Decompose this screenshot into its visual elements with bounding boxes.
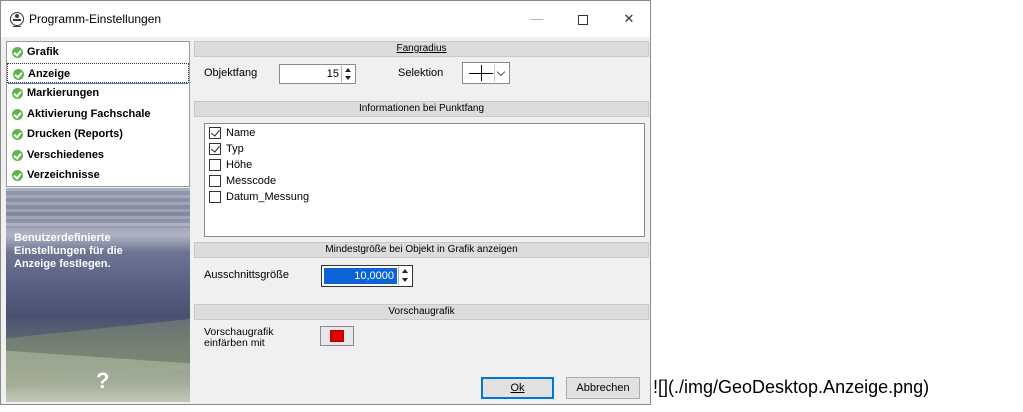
checkbox[interactable] bbox=[209, 143, 221, 155]
checkbox[interactable] bbox=[209, 127, 221, 139]
checkbox[interactable] bbox=[209, 175, 221, 187]
ok-label: Ok bbox=[510, 382, 525, 394]
check-circle-icon bbox=[12, 149, 23, 161]
nav-item-label: Drucken (Reports) bbox=[27, 128, 123, 140]
spinner-arrows[interactable] bbox=[398, 267, 411, 285]
selektion-dropdown[interactable] bbox=[462, 62, 510, 84]
section-title: Mindestgröße bei Objekt in Grafik anzeig… bbox=[325, 244, 518, 255]
maximize-button[interactable] bbox=[560, 1, 606, 37]
title-bar: Programm-Einstellungen — ✕ bbox=[1, 1, 650, 37]
arrow-up-icon[interactable] bbox=[345, 68, 351, 72]
objektfang-label: Objektfang bbox=[204, 67, 258, 79]
check-circle-icon bbox=[12, 47, 23, 58]
settings-panel: Fangradius Objektfang 15 Selektion Infor… bbox=[194, 41, 649, 403]
objektfang-spinner[interactable]: 15 bbox=[279, 64, 356, 84]
objektfang-value: 15 bbox=[326, 68, 339, 80]
arrow-down-icon[interactable] bbox=[402, 278, 408, 282]
check-circle-icon bbox=[13, 68, 24, 80]
minimize-button[interactable]: — bbox=[514, 1, 560, 37]
check-circle-icon bbox=[12, 108, 23, 120]
nav-item-verschiedenes[interactable]: Verschiedenes bbox=[7, 145, 189, 166]
section-title: Vorschaugrafik bbox=[388, 306, 455, 317]
crosshair-icon bbox=[469, 65, 493, 81]
app-icon bbox=[10, 12, 24, 27]
checkbox-label: Höhe bbox=[226, 159, 253, 171]
nav-item-verzeichnisse[interactable]: Verzeichnisse bbox=[7, 165, 189, 186]
nav-item-drucken[interactable]: Drucken (Reports) bbox=[7, 124, 189, 145]
arrow-up-icon[interactable] bbox=[402, 269, 408, 273]
nav-item-label: Verschiedenes bbox=[27, 148, 105, 161]
category-list: Grafik Anzeige Markierungen Aktivierung … bbox=[6, 41, 190, 187]
nav-item-anzeige[interactable]: Anzeige bbox=[7, 62, 189, 84]
side-description: Benutzerdefinierte Einstellungen für die… bbox=[14, 232, 123, 270]
check-circle-icon bbox=[12, 170, 23, 181]
nav-item-label: Markierungen bbox=[27, 87, 100, 99]
image-caption: ![](./img/GeoDesktop.Anzeige.png) bbox=[653, 377, 930, 397]
ok-button[interactable]: Ok bbox=[481, 377, 554, 399]
arrow-down-icon[interactable] bbox=[345, 76, 351, 80]
selektion-label: Selektion bbox=[398, 67, 444, 79]
nav-item-label: Anzeige bbox=[28, 67, 71, 80]
section-header-mindestgroesse: Mindestgröße bei Objekt in Grafik anzeig… bbox=[194, 242, 649, 258]
settings-window: Programm-Einstellungen — ✕ Grafik Anzeig… bbox=[0, 0, 651, 405]
nav-item-label: Grafik bbox=[27, 46, 59, 58]
cancel-label: Abbrechen bbox=[576, 382, 630, 394]
nav-item-aktivierung-fachschale[interactable]: Aktivierung Fachschale bbox=[7, 104, 189, 125]
check-circle-icon bbox=[12, 129, 23, 140]
nav-item-label: Verzeichnisse bbox=[27, 169, 100, 181]
punktfang-list: Name Typ Höhe Messcode Datum_Messung bbox=[204, 123, 645, 237]
check-circle-icon bbox=[12, 88, 23, 99]
checkbox[interactable] bbox=[209, 159, 221, 171]
checkbox-label: Typ bbox=[226, 143, 244, 155]
section-header-punktfang: Informationen bei Punktfang bbox=[194, 101, 649, 117]
maximize-icon bbox=[578, 14, 588, 25]
nav-item-grafik[interactable]: Grafik bbox=[7, 42, 189, 63]
spinner-arrows[interactable] bbox=[341, 66, 354, 82]
vorschau-label-line2: einfärben mit bbox=[204, 337, 265, 349]
nav-item-label: Aktivierung Fachschale bbox=[27, 107, 151, 120]
cancel-button[interactable]: Abbrechen bbox=[566, 377, 640, 399]
checkbox-label: Datum_Messung bbox=[226, 191, 310, 203]
section-header-fangradius: Fangradius bbox=[194, 41, 649, 57]
ausschnittsgroesse-spinner[interactable]: 10,0000 bbox=[321, 265, 413, 287]
checkbox-label: Name bbox=[226, 127, 256, 139]
section-header-vorschau: Vorschaugrafik bbox=[194, 304, 649, 320]
sky-haze bbox=[6, 188, 190, 228]
nav-item-markierungen[interactable]: Markierungen bbox=[7, 83, 189, 104]
color-swatch bbox=[330, 330, 344, 342]
section-title: Informationen bei Punktfang bbox=[358, 103, 485, 114]
ausschnittsgroesse-label: Ausschnittsgröße bbox=[204, 269, 289, 281]
chevron-down-icon[interactable] bbox=[494, 64, 508, 82]
vorschau-label: Vorschaugrafik einfärben mit bbox=[204, 327, 273, 349]
window-title: Programm-Einstellungen bbox=[29, 12, 162, 26]
color-picker-button[interactable] bbox=[320, 326, 354, 346]
landscape-image: Benutzerdefinierte Einstellungen für die… bbox=[6, 188, 190, 402]
ausschnittsgroesse-value[interactable]: 10,0000 bbox=[324, 268, 397, 284]
checkbox-label: Messcode bbox=[226, 175, 277, 187]
help-icon[interactable]: ? bbox=[96, 368, 109, 394]
section-title: Fangradius bbox=[396, 43, 447, 54]
close-button[interactable]: ✕ bbox=[606, 1, 652, 37]
checkbox[interactable] bbox=[209, 191, 221, 203]
